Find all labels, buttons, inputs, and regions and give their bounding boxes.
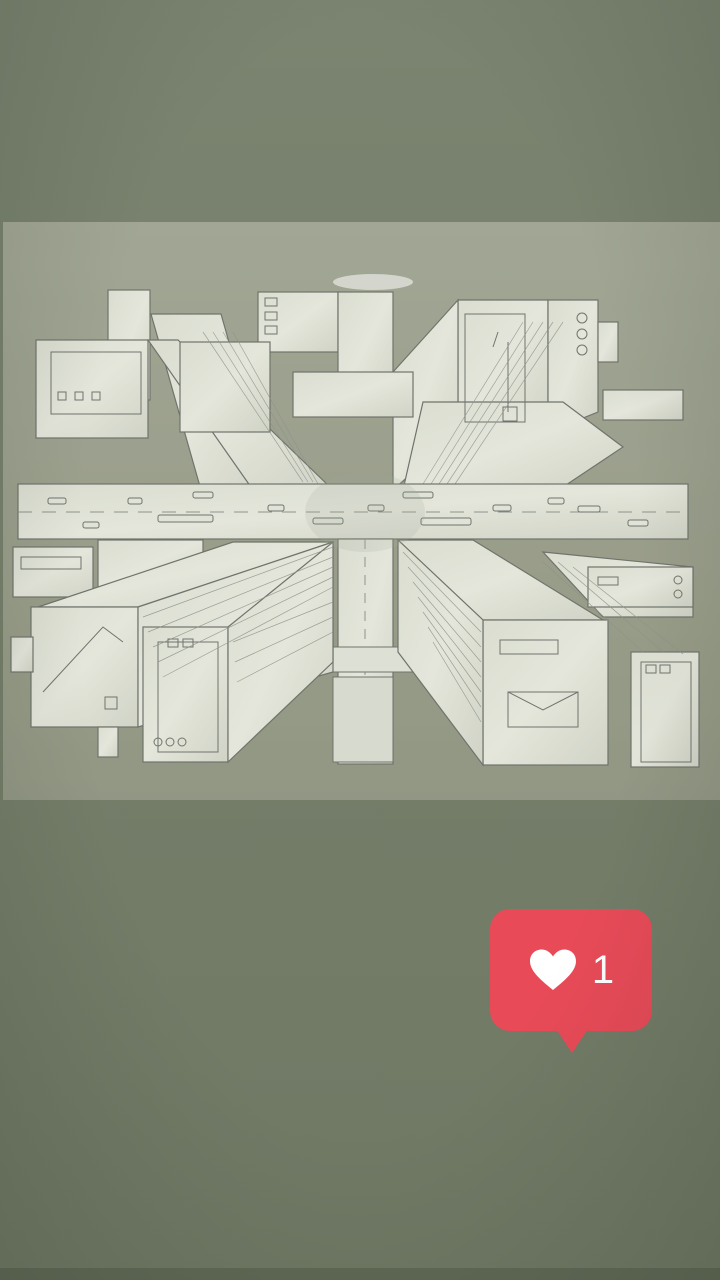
drawing-photo (3, 222, 720, 800)
story-screen: 1 (0, 0, 720, 1280)
like-sticker[interactable]: 1 (490, 909, 652, 1053)
bottom-edge (0, 1268, 720, 1280)
like-count: 1 (591, 948, 615, 992)
heart-icon (529, 949, 576, 990)
